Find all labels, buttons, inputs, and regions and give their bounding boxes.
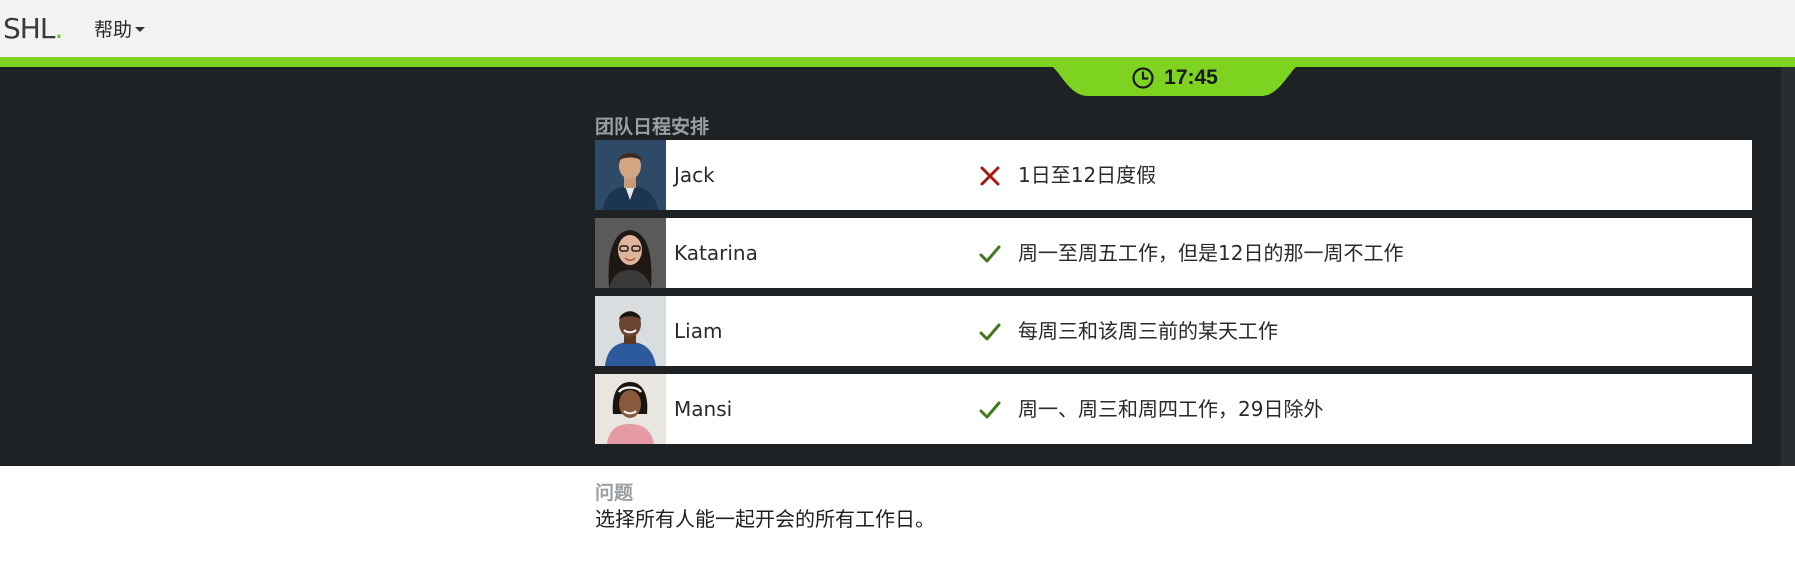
timer-tab: 17:45: [1043, 62, 1306, 98]
x-icon: [980, 166, 1000, 186]
avatar: [595, 140, 666, 210]
avatar: [595, 218, 666, 288]
member-list: Jack 1日至12日度假 Katarina 周一至周五工作，但是12日的那一周…: [595, 140, 1752, 452]
member-name: Katarina: [674, 241, 758, 265]
caret-down-icon: [135, 27, 146, 32]
avatar: [595, 296, 666, 366]
logo-dot: .: [54, 12, 63, 45]
member-row-katarina: Katarina 周一至周五工作，但是12日的那一周不工作: [595, 218, 1752, 288]
member-row-mansi: Mansi 周一、周三和周四工作，29日除外: [595, 374, 1752, 444]
check-icon: [979, 323, 1001, 341]
header-accent-line: [0, 57, 1795, 67]
help-menu[interactable]: 帮助: [94, 14, 146, 42]
question-label: 问题: [595, 482, 634, 504]
member-note: 1日至12日度假: [1018, 163, 1157, 187]
shl-logo: SHL.: [3, 12, 63, 45]
member-row-liam: Liam 每周三和该周三前的某天工作: [595, 296, 1752, 366]
member-name: Jack: [674, 163, 715, 187]
member-name: Mansi: [674, 397, 733, 421]
top-bar: SHL. 帮助: [0, 0, 1795, 57]
logo-text: SHL: [3, 12, 55, 45]
member-note: 每周三和该周三前的某天工作: [1018, 319, 1278, 343]
timer-value: 17:45: [1164, 66, 1218, 89]
member-row-jack: Jack 1日至12日度假: [595, 140, 1752, 210]
scrollbar[interactable]: [1781, 67, 1795, 466]
avatar: [595, 374, 666, 444]
member-note: 周一至周五工作，但是12日的那一周不工作: [1018, 241, 1404, 265]
clock-icon: [1132, 67, 1154, 89]
check-icon: [979, 245, 1001, 263]
help-menu-label: 帮助: [94, 18, 133, 41]
member-name: Liam: [674, 319, 723, 343]
question-text: 选择所有人能一起开会的所有工作日。: [595, 507, 935, 531]
member-note: 周一、周三和周四工作，29日除外: [1018, 397, 1324, 421]
check-icon: [979, 401, 1001, 419]
schedule-title: 团队日程安排: [595, 116, 710, 138]
